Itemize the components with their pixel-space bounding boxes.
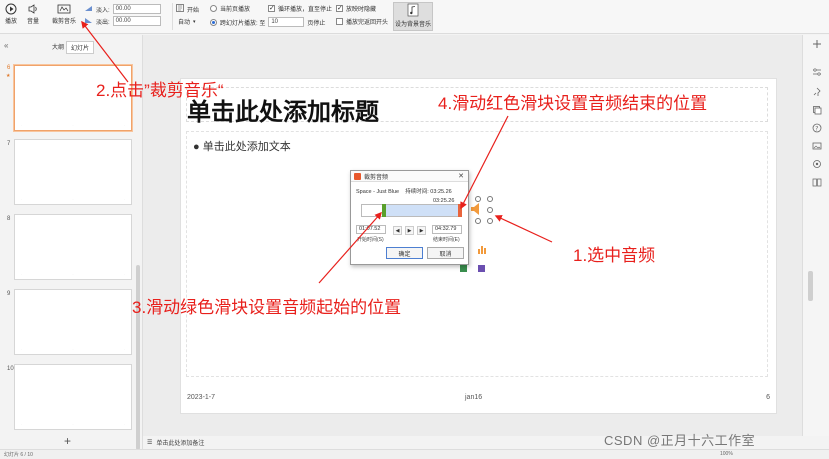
canvas-scrollbar[interactable] <box>808 271 813 301</box>
notes-placeholder: 单击此处添加备注 <box>156 441 205 447</box>
annotation-step-1: 1.选中音频 <box>573 246 656 265</box>
location-icon[interactable] <box>812 159 822 169</box>
help-icon[interactable]: ? <box>812 123 822 133</box>
svg-text:?: ? <box>815 125 818 132</box>
arrow-to-audio <box>494 215 553 243</box>
annotation-step-3: 3.滑动绿色滑块设置音频起始的位置 <box>132 298 402 317</box>
annotation-step-4: 4.滑动红色滑块设置音频结束的位置 <box>438 94 708 113</box>
right-toolbar: ? <box>802 35 829 436</box>
notes-icon: ☰ <box>147 440 153 446</box>
image-icon[interactable] <box>812 141 822 151</box>
pin-icon[interactable] <box>812 87 822 97</box>
zoom-level: 100% <box>720 451 733 457</box>
status-bar: 幻灯片 6 / 10 100% <box>0 449 829 459</box>
book-icon[interactable] <box>812 177 822 187</box>
arrow-to-trim-button <box>81 20 129 83</box>
arrow-to-red-slider <box>460 115 509 210</box>
status-slide-count: 幻灯片 6 / 10 <box>4 452 33 458</box>
watermark: CSDN @正月十六工作室 <box>604 433 756 448</box>
copy-icon[interactable] <box>812 105 822 115</box>
arrow-to-green-slider <box>318 211 382 284</box>
add-icon[interactable] <box>812 39 822 49</box>
annotation-arrows <box>81 20 553 284</box>
sliders-icon[interactable] <box>812 67 822 77</box>
annotation-step-2: 2.点击”裁剪音乐“ <box>96 81 224 100</box>
